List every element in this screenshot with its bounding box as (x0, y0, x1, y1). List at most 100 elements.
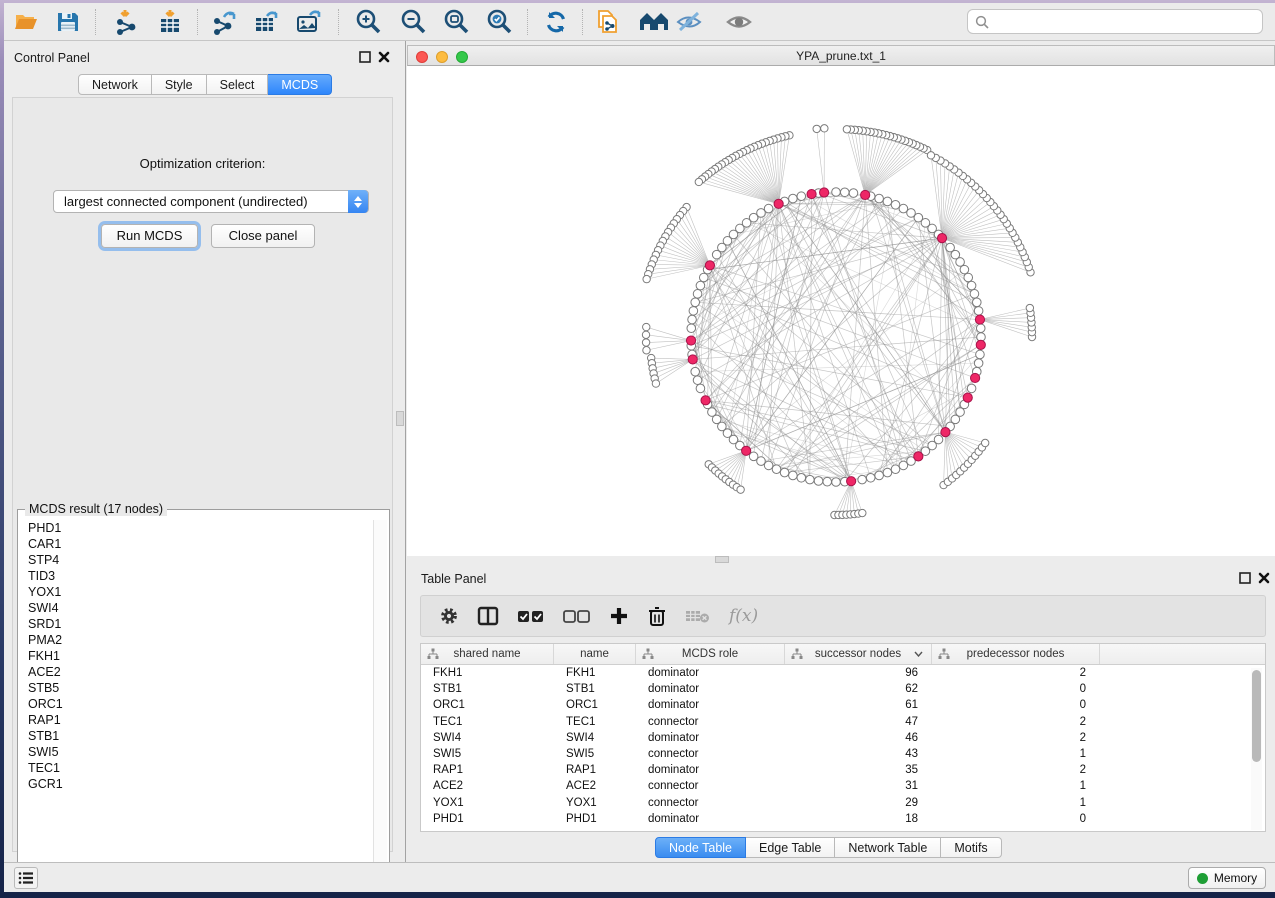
search-field[interactable] (967, 9, 1263, 34)
tab-edge-table[interactable]: Edge Table (746, 837, 835, 858)
tab-motifs[interactable]: Motifs (941, 837, 1001, 858)
table-row[interactable]: YOX1YOX1connector291 (421, 795, 1265, 811)
export-table-button[interactable] (249, 6, 283, 38)
first-neighbors-button[interactable] (637, 6, 671, 38)
refresh-layout-button[interactable] (539, 6, 573, 38)
list-item[interactable]: RAP1 (20, 712, 372, 728)
table-cell: 31 (785, 780, 932, 792)
search-input[interactable] (994, 15, 1262, 29)
open-file-button[interactable] (9, 6, 43, 38)
list-item[interactable]: CAR1 (20, 536, 372, 552)
show-columns-icon[interactable] (477, 606, 499, 626)
network-window-titlebar[interactable]: YPA_prune.txt_1 (407, 45, 1275, 66)
clone-network-button[interactable] (590, 6, 624, 38)
table-cell: PHD1 (554, 813, 636, 825)
import-network-button[interactable] (109, 6, 143, 38)
vertical-splitter[interactable] (405, 41, 406, 862)
table-cell: dominator (636, 764, 785, 776)
table-row[interactable]: ORC1ORC1dominator610 (421, 697, 1265, 713)
column-header-name[interactable]: name (554, 644, 636, 664)
tab-node-table[interactable]: Node Table (655, 837, 746, 858)
function-builder-icon[interactable]: f(x) (729, 606, 758, 626)
zoom-selected-button[interactable] (482, 6, 516, 38)
tab-select[interactable]: Select (207, 74, 269, 95)
search-icon (975, 15, 989, 29)
float-panel-icon[interactable] (358, 50, 372, 64)
deselect-all-icon[interactable] (563, 606, 591, 626)
zoom-out-button[interactable] (396, 6, 430, 38)
mcds-list-scrollbar[interactable] (373, 520, 387, 878)
list-item[interactable]: STB5 (20, 680, 372, 696)
table-row[interactable]: SWI5SWI5connector431 (421, 746, 1265, 762)
list-item[interactable]: PMA2 (20, 632, 372, 648)
task-history-button[interactable] (14, 867, 38, 889)
list-item[interactable]: SWI5 (20, 744, 372, 760)
horizontal-splitter-grip[interactable] (715, 556, 729, 563)
vertical-splitter-grip[interactable] (396, 411, 404, 426)
list-item[interactable]: TID3 (20, 568, 372, 584)
list-item[interactable]: ORC1 (20, 696, 372, 712)
list-item[interactable]: GCR1 (20, 776, 372, 792)
hierarchy-icon (642, 648, 654, 660)
delete-column-icon[interactable] (647, 605, 667, 627)
table-scrollbar[interactable] (1251, 668, 1262, 830)
clone-network-icon (593, 8, 621, 36)
float-panel-icon[interactable] (1238, 571, 1252, 585)
list-item[interactable]: STB1 (20, 728, 372, 744)
export-network-button[interactable] (207, 6, 241, 38)
column-header-successor-nodes[interactable]: successor nodes (785, 644, 932, 664)
table-cell: dominator (636, 699, 785, 711)
table-cell: FKH1 (421, 667, 554, 679)
show-all-button[interactable] (722, 6, 756, 38)
list-item[interactable]: SRD1 (20, 616, 372, 632)
delete-table-icon[interactable] (685, 606, 711, 626)
table-row[interactable]: SWI4SWI4dominator462 (421, 730, 1265, 746)
column-header-mcds-role[interactable]: MCDS role (636, 644, 785, 664)
list-item[interactable]: ACE2 (20, 664, 372, 680)
close-panel-icon[interactable] (377, 50, 391, 64)
list-item[interactable]: PHD1 (20, 520, 372, 536)
column-header-predecessor-nodes[interactable]: predecessor nodes (932, 644, 1100, 664)
run-mcds-button[interactable]: Run MCDS (101, 224, 198, 248)
settings-gear-icon[interactable] (439, 606, 459, 626)
zoom-fit-button[interactable] (439, 6, 473, 38)
zoom-in-button[interactable] (351, 6, 385, 38)
open-folder-icon (13, 9, 39, 35)
import-network-icon (112, 8, 140, 36)
optimization-criterion-select[interactable]: largest connected component (undirected) (53, 190, 369, 213)
column-header-shared-name[interactable]: shared name (421, 644, 554, 664)
table-row[interactable]: RAP1RAP1dominator352 (421, 762, 1265, 778)
export-image-button[interactable] (292, 6, 326, 38)
import-table-icon (156, 8, 184, 36)
list-item[interactable]: FKH1 (20, 648, 372, 664)
table-row[interactable]: PHD1PHD1dominator180 (421, 811, 1265, 827)
table-row[interactable]: FKH1FKH1dominator962 (421, 665, 1265, 681)
table-cell: dominator (636, 667, 785, 679)
control-panel-title: Control Panel (14, 51, 90, 65)
memory-button[interactable]: Memory (1188, 867, 1266, 889)
tab-network[interactable]: Network (78, 74, 152, 95)
table-cell: ACE2 (554, 780, 636, 792)
hide-selected-button[interactable] (672, 6, 706, 38)
import-table-button[interactable] (153, 6, 187, 38)
table-scrollbar-thumb[interactable] (1252, 670, 1261, 762)
network-view[interactable] (407, 66, 1275, 556)
table-row[interactable]: TEC1TEC1connector472 (421, 714, 1265, 730)
table-cell: TEC1 (421, 716, 554, 728)
list-item[interactable]: YOX1 (20, 584, 372, 600)
table-row[interactable]: ACE2ACE2connector311 (421, 778, 1265, 794)
sort-chevron-icon[interactable] (914, 651, 923, 657)
tab-mcds[interactable]: MCDS (268, 74, 332, 95)
table-row[interactable]: STB1STB1dominator620 (421, 681, 1265, 697)
list-item[interactable]: SWI4 (20, 600, 372, 616)
table-cell: dominator (636, 683, 785, 695)
list-item[interactable]: TEC1 (20, 760, 372, 776)
add-column-icon[interactable] (609, 606, 629, 626)
save-session-button[interactable] (51, 6, 85, 38)
tab-style[interactable]: Style (152, 74, 207, 95)
list-item[interactable]: STP4 (20, 552, 372, 568)
tab-network-table[interactable]: Network Table (835, 837, 941, 858)
select-all-icon[interactable] (517, 606, 545, 626)
close-panel-icon[interactable] (1257, 571, 1271, 585)
close-panel-button[interactable]: Close panel (211, 224, 315, 248)
